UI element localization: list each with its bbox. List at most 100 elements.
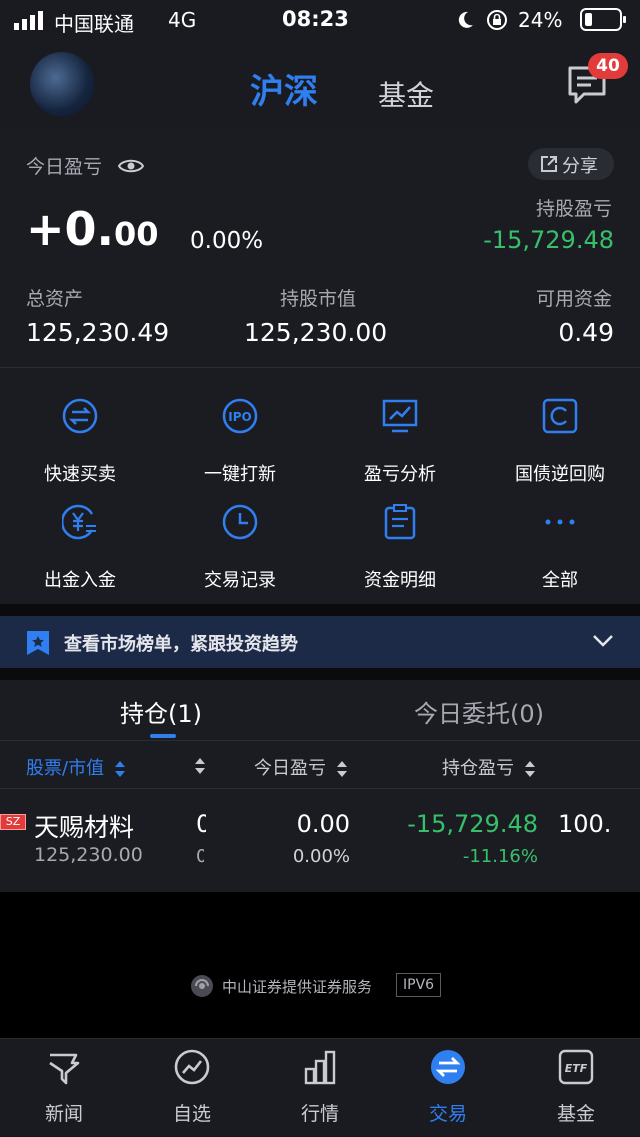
tab-holdings[interactable]: 持仓(1) [120, 694, 202, 729]
today-pl-value: +0.00 [26, 202, 159, 256]
market-tag: SZ [0, 814, 26, 830]
clock: 08:23 [282, 7, 349, 31]
swap-icon [62, 398, 98, 434]
section-separator [0, 668, 640, 680]
moon-icon [458, 11, 473, 28]
deposit-withdraw-button[interactable]: 出金入金 [0, 484, 160, 591]
col-today-header[interactable]: 今日盈亏 [254, 754, 348, 780]
header: 沪深 基金 40 [0, 40, 640, 130]
market-value-value: 125,230.00 [244, 318, 388, 347]
message-badge: 40 [588, 53, 628, 79]
clipboard-icon [384, 504, 416, 540]
battery-icon [580, 8, 626, 31]
more-icon [545, 519, 575, 525]
ipo-button[interactable]: IPO 一键打新 [160, 378, 320, 485]
quick-actions-grid: 快速买卖 IPO 一键打新 盈亏分析 国债逆回购 出金入金 交易记录 资金明细 … [0, 368, 640, 604]
holding-pl-cell: -15,729.48 [407, 810, 538, 838]
share-label: 分享 [562, 156, 598, 177]
holding-pl-value: -15,729.48 [483, 226, 614, 254]
col-stock-header[interactable]: 股票/市值 [26, 754, 126, 780]
fund-details-label: 资金明细 [364, 570, 436, 591]
quick-buy-sell-button[interactable]: 快速买卖 [0, 378, 160, 485]
divider [0, 740, 640, 741]
tab-orders[interactable]: 今日委托(0) [414, 694, 544, 729]
sort-icon [336, 761, 347, 777]
truncated-cell: 0 [196, 846, 204, 867]
tab-trade-label: 交易 [428, 1103, 467, 1125]
share-button[interactable]: 分享 [528, 148, 614, 180]
tab-fund-label: 基金 [556, 1103, 595, 1125]
avatar[interactable] [30, 52, 94, 116]
carrier-label: 中国联通 [54, 12, 134, 36]
ipv6-badge: IPV6 [396, 973, 442, 997]
tab-market[interactable]: 行情 [256, 1039, 384, 1137]
trade-history-button[interactable]: 交易记录 [160, 484, 320, 591]
broker-logo-icon [191, 975, 213, 997]
reverse-repo-label: 国债逆回购 [515, 464, 605, 485]
network-label: 4G [168, 8, 197, 32]
tab-trade[interactable]: 交易 [384, 1039, 512, 1137]
market-icon [304, 1050, 336, 1085]
signal-icon [14, 11, 43, 30]
bookmark-star-icon [27, 631, 49, 655]
all-functions-button[interactable]: 全部 [480, 484, 640, 591]
chevron-down-icon[interactable] [592, 633, 614, 649]
available-cash-value: 0.49 [558, 318, 614, 347]
etf-icon: ETF [558, 1049, 594, 1085]
trade-history-label: 交易记录 [204, 570, 276, 591]
sort-icon [524, 761, 535, 777]
today-pl-cell: 0.00 [296, 810, 350, 838]
eye-icon[interactable] [118, 157, 144, 175]
reverse-repo-button[interactable]: 国债逆回购 [480, 378, 640, 485]
chart-monitor-icon [382, 399, 418, 433]
section-separator [0, 604, 640, 616]
share-icon [541, 156, 557, 172]
pl-analysis-button[interactable]: 盈亏分析 [320, 378, 480, 485]
ipo-label: 一键打新 [204, 464, 276, 485]
banner-text: 查看市场榜单，紧跟投资趋势 [64, 634, 298, 655]
table-row[interactable]: SZ 天赐材料 125,230.00 0 0 0.00 0.00% -15,72… [0, 790, 640, 890]
market-value-label: 持股市值 [280, 288, 357, 310]
footer-area: 中山证券提供证券服务 IPV6 [0, 892, 640, 1038]
today-pct-cell: 0.00% [292, 846, 350, 867]
tab-hushen[interactable]: 沪深 [250, 64, 318, 113]
total-assets-label: 总资产 [26, 288, 84, 310]
divider [0, 788, 640, 789]
account-summary: 今日盈亏 分享 +0.00 0.00% 持股盈亏 -15,729.48 总资产 … [0, 130, 640, 368]
tab-indicator [150, 734, 176, 738]
tab-market-label: 行情 [300, 1103, 339, 1125]
svg-text:ETF: ETF [565, 1062, 588, 1075]
ipo-icon: IPO [222, 398, 258, 434]
holding-pl-label: 持股盈亏 [536, 198, 613, 220]
trade-icon [431, 1050, 465, 1084]
truncated-cell: 100. [558, 810, 612, 838]
tab-watchlist-label: 自选 [172, 1103, 211, 1125]
sort-icon [114, 761, 125, 777]
bottom-tab-bar: 新闻 自选 行情 交易 ETF 基金 [0, 1038, 640, 1136]
positions-panel: 持仓(1) 今日委托(0) 股票/市值 今日盈亏 持仓盈亏 SZ 天赐材料 12… [0, 680, 640, 892]
status-bar: 中国联通 4G 08:23 24% [0, 0, 640, 40]
total-assets-value: 125,230.49 [26, 318, 170, 347]
holding-pct-cell: -11.16% [462, 846, 538, 867]
quick-buy-sell-label: 快速买卖 [44, 464, 116, 485]
sort-icon[interactable] [194, 757, 206, 775]
stock-market-value: 125,230.00 [34, 844, 143, 866]
repo-icon [542, 398, 578, 434]
news-icon [49, 1053, 80, 1085]
yuan-transfer-icon [62, 504, 96, 540]
truncated-cell: 0 [196, 810, 206, 838]
tab-fund[interactable]: 基金 [378, 74, 434, 114]
deposit-withdraw-label: 出金入金 [44, 570, 116, 591]
broker-text: 中山证券提供证券服务 [222, 978, 373, 996]
col-holding-header[interactable]: 持仓盈亏 [442, 754, 536, 780]
tab-news[interactable]: 新闻 [0, 1039, 128, 1137]
rotation-lock-icon [487, 10, 507, 30]
today-pl-label: 今日盈亏 [26, 156, 103, 178]
fund-details-button[interactable]: 资金明细 [320, 484, 480, 591]
watchlist-icon [174, 1049, 210, 1085]
clock-icon [222, 504, 258, 540]
tab-fund[interactable]: ETF 基金 [512, 1039, 640, 1137]
market-ranking-banner[interactable]: 查看市场榜单，紧跟投资趋势 [0, 616, 640, 668]
tab-news-label: 新闻 [44, 1103, 83, 1125]
tab-watchlist[interactable]: 自选 [128, 1039, 256, 1137]
